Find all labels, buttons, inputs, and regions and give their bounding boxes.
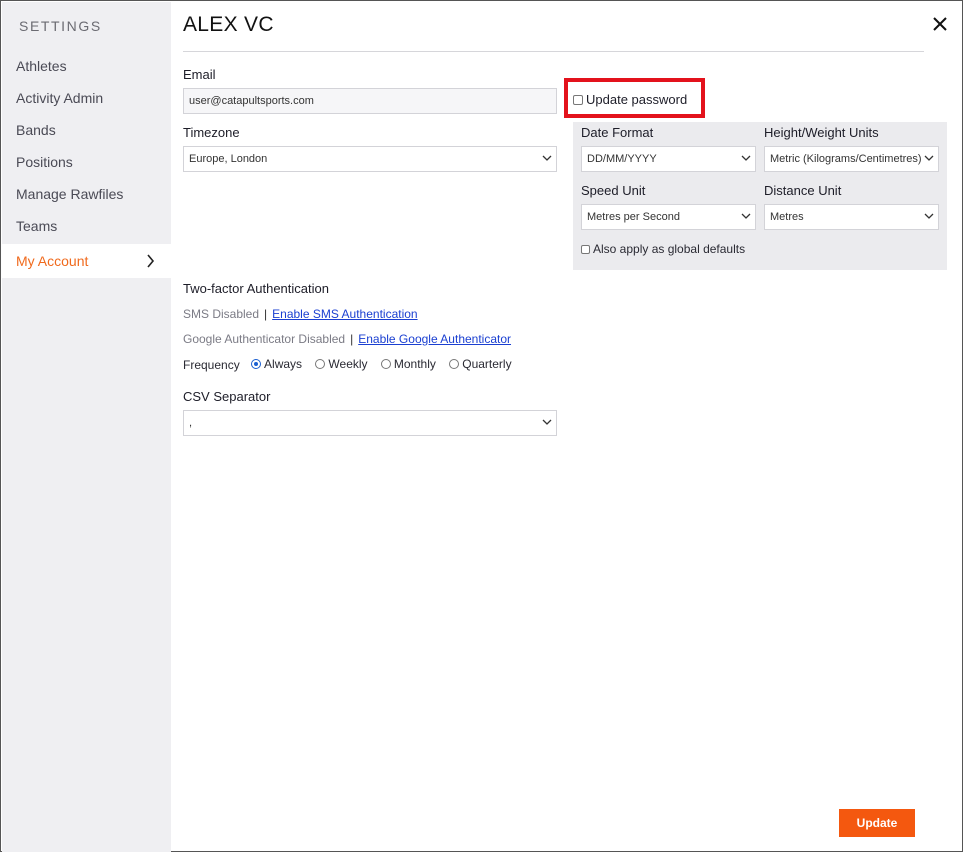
distance-unit-value: Metres bbox=[770, 211, 804, 223]
sidebar-item-positions[interactable]: Positions bbox=[2, 146, 171, 178]
settings-dialog: SETTINGS Athletes Activity Admin Bands P… bbox=[0, 0, 963, 852]
sms-status: SMS Disabled bbox=[183, 307, 260, 321]
radio-label: Monthly bbox=[393, 357, 436, 371]
settings-sidebar: SETTINGS Athletes Activity Admin Bands P… bbox=[2, 2, 171, 852]
update-password-label: Update password bbox=[586, 92, 688, 107]
update-button[interactable]: Update bbox=[839, 809, 915, 837]
google-status: Google Authenticator Disabled bbox=[183, 332, 346, 346]
email-field[interactable]: user@catapultsports.com bbox=[183, 88, 557, 114]
frequency-always-radio[interactable]: Always bbox=[251, 357, 302, 371]
sidebar-item-bands[interactable]: Bands bbox=[2, 114, 171, 146]
sidebar-title: SETTINGS bbox=[19, 18, 102, 34]
email-label: Email bbox=[183, 67, 216, 82]
chevron-down-icon bbox=[541, 411, 553, 435]
date-format-value: DD/MM/YYYY bbox=[587, 153, 657, 165]
height-weight-label: Height/Weight Units bbox=[764, 125, 879, 140]
radio-label: Always bbox=[264, 357, 303, 371]
global-defaults-checkbox[interactable] bbox=[581, 245, 590, 254]
distance-unit-select[interactable]: Metres bbox=[764, 204, 939, 230]
chevron-down-icon bbox=[541, 147, 553, 171]
radio-label: Weekly bbox=[328, 357, 368, 371]
frequency-quarterly-radio[interactable]: Quarterly bbox=[449, 357, 512, 371]
sidebar-item-teams[interactable]: Teams bbox=[2, 210, 171, 242]
update-password-option[interactable]: Update password bbox=[573, 92, 687, 107]
frequency-label: Frequency bbox=[183, 358, 240, 372]
timezone-select[interactable]: Europe, London bbox=[183, 146, 557, 172]
radio-dot bbox=[251, 359, 262, 369]
global-defaults-label: Also apply as global defaults bbox=[593, 242, 746, 256]
update-password-highlight: Update password bbox=[564, 78, 705, 118]
height-weight-select[interactable]: Metric (Kilograms/Centimetres) bbox=[764, 146, 939, 172]
chevron-down-icon bbox=[740, 147, 752, 171]
radio-label: Quarterly bbox=[462, 357, 512, 371]
google-row: Google Authenticator Disabled | Enable Goo… bbox=[183, 332, 511, 346]
speed-unit-value: Metres per Second bbox=[587, 211, 680, 223]
sidebar-item-activity-admin[interactable]: Activity Admin bbox=[2, 82, 171, 114]
sidebar-item-athletes[interactable]: Athletes bbox=[2, 50, 171, 82]
csv-separator-select[interactable]: , bbox=[183, 410, 557, 436]
distance-unit-label: Distance Unit bbox=[764, 183, 842, 198]
separator: | bbox=[350, 332, 354, 346]
sms-row: SMS Disabled | Enable SMS Authentication bbox=[183, 307, 418, 321]
chevron-down-icon bbox=[923, 205, 935, 229]
timezone-value: Europe, London bbox=[189, 153, 268, 165]
update-password-checkbox[interactable] bbox=[573, 95, 583, 105]
frequency-weekly-radio[interactable]: Weekly bbox=[315, 357, 368, 371]
radio-dot bbox=[449, 359, 460, 369]
sidebar-item-label: My Account bbox=[16, 253, 89, 269]
speed-unit-select[interactable]: Metres per Second bbox=[581, 204, 756, 230]
enable-sms-link[interactable]: Enable SMS Authentication bbox=[272, 307, 417, 321]
height-weight-value: Metric (Kilograms/Centimetres) bbox=[770, 153, 922, 165]
csv-separator-value: , bbox=[189, 417, 193, 429]
two-factor-title: Two-factor Authentication bbox=[183, 281, 329, 296]
frequency-row: Frequency Always Weekly Monthly Quarterl… bbox=[183, 357, 522, 372]
global-defaults-option[interactable]: Also apply as global defaults bbox=[581, 242, 745, 256]
date-format-label: Date Format bbox=[581, 125, 654, 140]
frequency-monthly-radio[interactable]: Monthly bbox=[380, 357, 436, 371]
enable-google-link[interactable]: Enable Google Authenticator bbox=[358, 332, 511, 346]
page-title: ALEX VC bbox=[183, 13, 274, 36]
chevron-down-icon bbox=[923, 147, 935, 171]
csv-separator-label: CSV Separator bbox=[183, 389, 271, 404]
sidebar-item-manage-rawfiles[interactable]: Manage Rawfiles bbox=[2, 178, 171, 210]
chevron-right-icon bbox=[146, 244, 156, 290]
close-icon[interactable] bbox=[929, 13, 951, 35]
chevron-down-icon bbox=[740, 205, 752, 229]
radio-dot bbox=[315, 359, 326, 369]
date-format-select[interactable]: DD/MM/YYYY bbox=[581, 146, 756, 172]
radio-dot bbox=[380, 359, 391, 369]
header-divider bbox=[183, 51, 924, 52]
speed-unit-label: Speed Unit bbox=[581, 183, 646, 198]
timezone-label: Timezone bbox=[183, 125, 240, 140]
separator: | bbox=[264, 307, 268, 321]
sidebar-item-my-account[interactable]: My Account bbox=[2, 244, 171, 278]
